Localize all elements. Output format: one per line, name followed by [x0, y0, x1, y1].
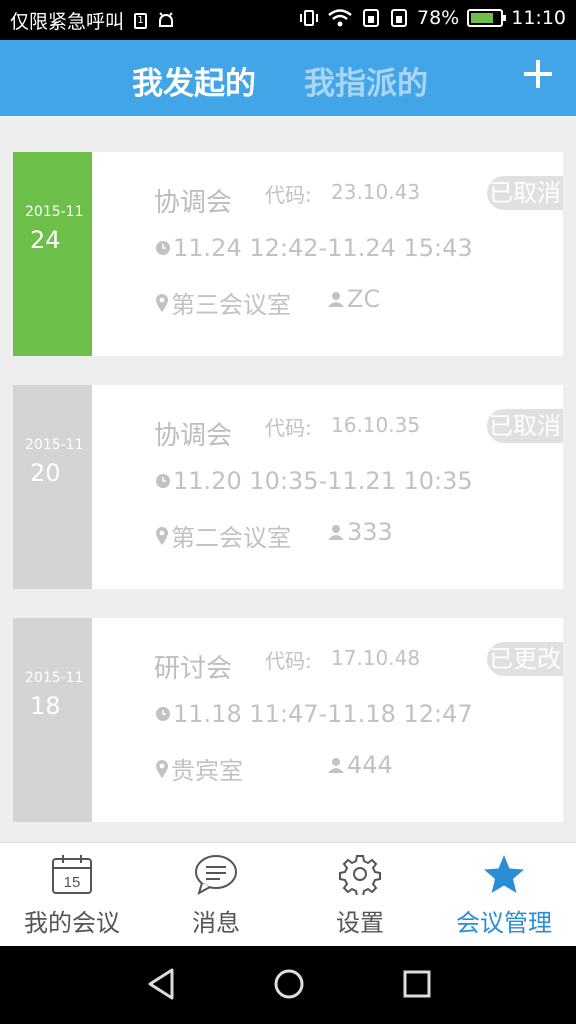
location-pin-icon — [156, 293, 168, 312]
star-icon — [484, 855, 524, 893]
vibrate-icon — [300, 10, 318, 26]
carrier-text: 仅限紧急呼叫 — [10, 11, 125, 33]
nav-label: 消息 — [192, 909, 240, 937]
sim1-signal-icon — [363, 9, 379, 27]
meeting-time: 11.20 10:35-11.21 10:35 — [173, 467, 473, 495]
status-bar: 仅限紧急呼叫 1 78% 11:10 — [0, 0, 576, 40]
back-icon[interactable] — [146, 968, 176, 1000]
meeting-time: 11.18 11:47-11.18 12:47 — [173, 700, 473, 728]
host-row: ZC — [328, 285, 380, 313]
person-icon — [328, 758, 344, 773]
battery-percent: 78% — [417, 7, 460, 29]
app-header: 我发起的 我指派的 — [0, 40, 576, 116]
date-panel: 2015-11 20 — [13, 385, 92, 589]
android-icon — [159, 11, 174, 27]
clock-icon — [156, 474, 170, 488]
host-row: 444 — [328, 751, 393, 779]
meeting-title: 协调会 — [154, 188, 233, 218]
meeting-title: 协调会 — [154, 421, 233, 451]
code-label: 代码: — [265, 649, 312, 673]
date-day: 20 — [30, 459, 61, 487]
meeting-host: 444 — [347, 751, 393, 779]
meeting-list: 2015-11 24 协调会 代码: 23.10.43 已取消 11.24 12… — [13, 152, 563, 851]
tab-assigned[interactable]: 我指派的 — [304, 58, 428, 103]
nav-messages[interactable]: 消息 — [144, 843, 288, 947]
add-meeting-button[interactable] — [524, 60, 552, 88]
date-year-month: 2015-11 — [25, 437, 84, 453]
person-icon — [328, 525, 344, 540]
meeting-host: 333 — [347, 518, 393, 546]
meeting-host: ZC — [347, 285, 381, 313]
meeting-title: 研讨会 — [154, 654, 233, 684]
status-badge: 已取消 — [487, 176, 563, 210]
location-pin-icon — [156, 759, 168, 778]
nav-settings[interactable]: 设置 — [288, 843, 432, 947]
status-badge: 已取消 — [487, 409, 563, 443]
calendar-day: 15 — [64, 874, 81, 891]
battery-fill — [471, 13, 494, 23]
clock-icon — [156, 241, 170, 255]
nav-my-meetings[interactable]: 15 我的会议 — [0, 843, 144, 947]
status-left: 仅限紧急呼叫 1 — [10, 7, 175, 34]
location-pin-icon — [156, 526, 168, 545]
home-icon[interactable] — [273, 968, 305, 1000]
meeting-room: 第二会议室 — [171, 524, 291, 552]
sim-icon: 1 — [134, 12, 148, 29]
sim2-signal-icon — [391, 9, 407, 27]
location-row: 第三会议室 — [156, 285, 291, 320]
date-day: 18 — [30, 692, 61, 720]
gear-icon — [339, 855, 381, 895]
meeting-card[interactable]: 2015-11 20 协调会 代码: 16.10.35 已取消 11.20 10… — [13, 385, 563, 589]
tab-initiated[interactable]: 我发起的 — [132, 58, 256, 103]
battery-icon — [467, 9, 507, 27]
location-row: 第二会议室 — [156, 518, 291, 553]
date-year-month: 2015-11 — [25, 204, 84, 220]
date-panel: 2015-11 18 — [13, 618, 92, 822]
date-panel: 2015-11 24 — [13, 152, 92, 356]
location-row: 贵宾室 — [156, 751, 243, 786]
clock-icon — [156, 707, 170, 721]
message-icon — [195, 855, 237, 895]
status-badge: 已更改 — [487, 642, 563, 676]
nav-label: 我的会议 — [24, 909, 120, 937]
calendar-icon: 15 — [52, 855, 92, 894]
wifi-icon — [328, 9, 352, 27]
meeting-time: 11.24 12:42-11.24 15:43 — [173, 234, 473, 262]
date-day: 24 — [30, 226, 61, 254]
person-icon — [328, 292, 344, 307]
time-row: 11.20 10:35-11.21 10:35 — [156, 467, 473, 495]
meeting-card[interactable]: 2015-11 24 协调会 代码: 23.10.43 已取消 11.24 12… — [13, 152, 563, 356]
code-label: 代码: — [265, 416, 312, 440]
bottom-nav: 15 我的会议 消息 设置 会议管理 — [0, 842, 576, 946]
nav-label: 设置 — [336, 909, 384, 937]
meeting-card[interactable]: 2015-11 18 研讨会 代码: 17.10.48 已更改 11.18 11… — [13, 618, 563, 822]
status-right: 78% 11:10 — [299, 7, 566, 29]
meeting-code: 16.10.35 — [331, 413, 421, 437]
nav-meeting-management[interactable]: 会议管理 — [432, 843, 576, 947]
code-label: 代码: — [265, 183, 312, 207]
time-row: 11.18 11:47-11.18 12:47 — [156, 700, 473, 728]
nav-label: 会议管理 — [456, 909, 552, 937]
meeting-room: 第三会议室 — [171, 291, 291, 319]
meeting-code: 17.10.48 — [331, 646, 421, 670]
system-nav-bar — [0, 946, 576, 1024]
clock: 11:10 — [511, 7, 566, 29]
host-row: 333 — [328, 518, 393, 546]
date-year-month: 2015-11 — [25, 670, 84, 686]
time-row: 11.24 12:42-11.24 15:43 — [156, 234, 473, 262]
recents-icon[interactable] — [403, 968, 431, 1000]
meeting-code: 23.10.43 — [331, 180, 421, 204]
meeting-room: 贵宾室 — [171, 757, 243, 785]
